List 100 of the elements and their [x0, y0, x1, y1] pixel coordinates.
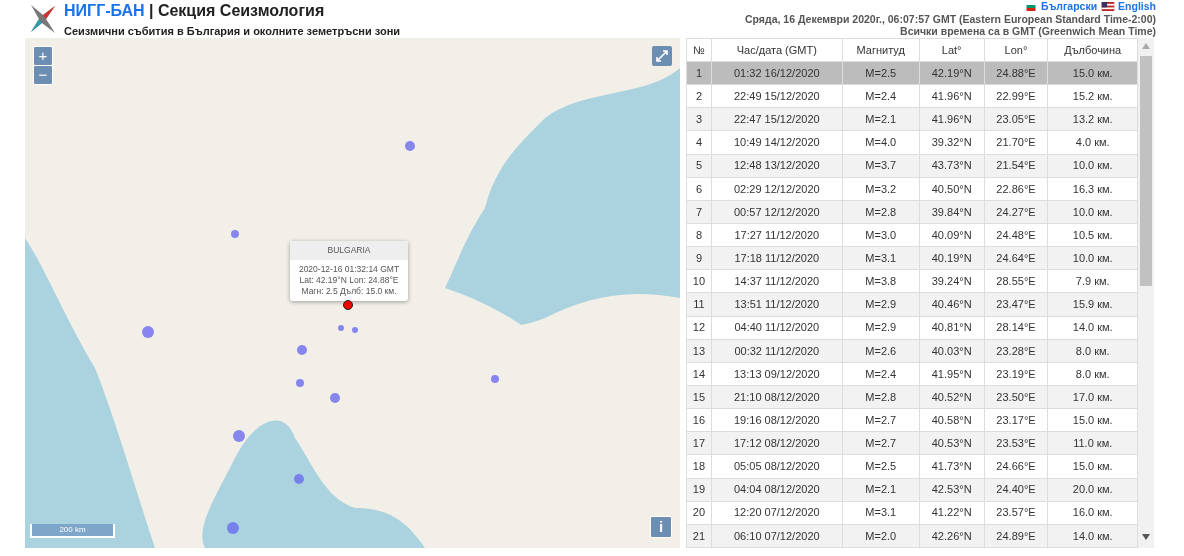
- table-cell: 5: [686, 154, 712, 178]
- table-cell: 8: [686, 223, 712, 247]
- column-header[interactable]: Час/дата (GMT): [711, 38, 843, 62]
- table-cell: 13: [686, 339, 712, 363]
- table-cell: 22.99°E: [984, 84, 1048, 108]
- table-cell: 04:04 08/12/2020: [711, 478, 843, 502]
- table-cell: 1: [686, 61, 712, 85]
- table-cell: 22:49 15/12/2020: [711, 84, 843, 108]
- table-cell: 4: [686, 130, 712, 155]
- scrollbar-thumb[interactable]: [1140, 56, 1152, 286]
- language-link[interactable]: English: [1118, 0, 1156, 13]
- table-cell: M=3.8: [842, 269, 920, 293]
- flag-icon: [1024, 2, 1039, 12]
- section-title: | Секция Сеизмология: [149, 1, 325, 19]
- table-cell: 17:18 11/12/2020: [711, 246, 843, 270]
- table-cell: 10:49 14/12/2020: [711, 130, 843, 155]
- popup-text: Магн: 2.5 Дълб: 15.0 км.: [300, 285, 398, 297]
- column-header[interactable]: №: [686, 38, 712, 62]
- table-cell: 14: [686, 362, 712, 386]
- table-cell: M=2.9: [842, 316, 920, 340]
- table-cell: 10.5 км.: [1047, 223, 1138, 247]
- table-cell: 3: [686, 107, 712, 131]
- table-cell: 40.09°N: [919, 223, 985, 247]
- current-datetime: Сряда, 16 Декември 2020г., 06:07:57 GMT (Eastern European Standard Time-2:00): [745, 12, 1156, 26]
- table-cell: M=3.0: [842, 223, 920, 247]
- table-cell: 16: [686, 408, 712, 432]
- table-cell: 28.14°E: [984, 316, 1048, 340]
- table-cell: 10: [686, 269, 712, 293]
- subtitle: Сеизмични събития в България и околните земетръсни зони: [64, 23, 401, 39]
- scrollbar[interactable]: [1138, 38, 1154, 548]
- table-cell: 16.0 км.: [1047, 501, 1138, 525]
- column-header[interactable]: Lat°: [919, 38, 985, 62]
- table-cell: 8.0 км.: [1047, 362, 1138, 386]
- table-cell: 15: [686, 385, 712, 409]
- table-cell: M=2.5: [842, 454, 920, 479]
- table-cell: 39.24°N: [919, 269, 985, 293]
- table-cell: 17: [686, 431, 712, 455]
- table-cell: 16.3 км.: [1047, 177, 1138, 201]
- table-cell: 12:20 07/12/2020: [711, 501, 843, 525]
- table-cell: 15.0 км.: [1047, 454, 1138, 479]
- table-cell: 05:05 08/12/2020: [711, 454, 843, 479]
- star-logo-icon: [30, 4, 56, 34]
- scroll-up-icon[interactable]: [1142, 43, 1150, 49]
- table-cell: 21: [686, 524, 712, 548]
- table-cell: 22.86°E: [984, 177, 1048, 201]
- table-cell: 40.50°N: [919, 177, 985, 201]
- table-cell: 9: [686, 246, 712, 270]
- table-cell: 40.81°N: [919, 316, 985, 340]
- table-cell: 13:51 11/12/2020: [711, 292, 843, 317]
- table-cell: 14.0 км.: [1047, 316, 1138, 340]
- table-cell: M=2.4: [842, 84, 920, 108]
- table-cell: M=3.1: [842, 501, 920, 525]
- flag-icon: [1101, 2, 1116, 12]
- column-header[interactable]: Lon°: [984, 38, 1048, 62]
- selected-event-marker-icon[interactable]: [343, 300, 353, 310]
- language-link[interactable]: Български: [1041, 0, 1098, 13]
- table-cell: 14:37 11/12/2020: [711, 269, 843, 293]
- table-cell: 41.73°N: [919, 454, 985, 479]
- table-cell: 00:57 12/12/2020: [711, 200, 843, 224]
- table-cell: M=2.7: [842, 408, 920, 432]
- table-cell: 01:32 16/12/2020: [711, 61, 843, 85]
- popup-title: BULGARIA: [290, 241, 408, 260]
- table-cell: 39.32°N: [919, 130, 985, 155]
- table-cell: 41.22°N: [919, 501, 985, 525]
- table-cell: 20: [686, 501, 712, 525]
- table-cell: M=3.2: [842, 177, 920, 201]
- table-cell: 21.70°E: [984, 130, 1048, 155]
- table-cell: 17:27 11/12/2020: [711, 223, 843, 247]
- fullscreen-icon[interactable]: [652, 46, 672, 66]
- table-cell: 41.96°N: [919, 84, 985, 108]
- table-cell: 12:48 13/12/2020: [711, 154, 843, 178]
- table-cell: 15.0 км.: [1047, 408, 1138, 432]
- table-cell: 7.9 км.: [1047, 269, 1138, 293]
- table-cell: 4.0 км.: [1047, 130, 1138, 155]
- column-header[interactable]: Магнитуд: [842, 38, 920, 62]
- map-view[interactable]: + − BULGARIA 2020-12-16 01:32:14 GMT Lat: 42.19°N Lon: 24.88°E Магн: 2.5 Дълб: 15.0 км. 200 km i: [25, 38, 680, 548]
- table-cell: 19:16 08/12/2020: [711, 408, 843, 432]
- table-cell: 17:12 08/12/2020: [711, 431, 843, 455]
- table-cell: 04:40 11/12/2020: [711, 316, 843, 340]
- table-cell: 2: [686, 84, 712, 108]
- table-cell: 06:10 07/12/2020: [711, 524, 843, 548]
- scroll-down-icon[interactable]: [1142, 534, 1150, 540]
- table-cell: 41.95°N: [919, 362, 985, 386]
- table-cell: 02:29 12/12/2020: [711, 177, 843, 201]
- table-cell: 23.57°E: [984, 501, 1048, 525]
- table-cell: 23.19°E: [984, 362, 1048, 386]
- table-cell: 21:10 08/12/2020: [711, 385, 843, 409]
- table-cell: 22:47 15/12/2020: [711, 107, 843, 131]
- popup-text: Lat: 42.19°N Lon: 24.88°E: [298, 274, 400, 286]
- table-cell: M=4.0: [842, 130, 920, 155]
- table-cell: 24.48°E: [984, 223, 1048, 247]
- table-cell: 19: [686, 478, 712, 502]
- column-header[interactable]: Дълбочина: [1047, 38, 1138, 62]
- table-cell: 40.58°N: [919, 408, 985, 432]
- popup-text: 2020-12-16 01:32:14 GMT: [297, 263, 401, 275]
- table-cell: 11: [686, 292, 712, 317]
- table-cell: 13:13 09/12/2020: [711, 362, 843, 386]
- organization-name: НИГГ-БАН: [64, 1, 145, 19]
- table-cell: 7: [686, 200, 712, 224]
- table-cell: 18: [686, 454, 712, 479]
